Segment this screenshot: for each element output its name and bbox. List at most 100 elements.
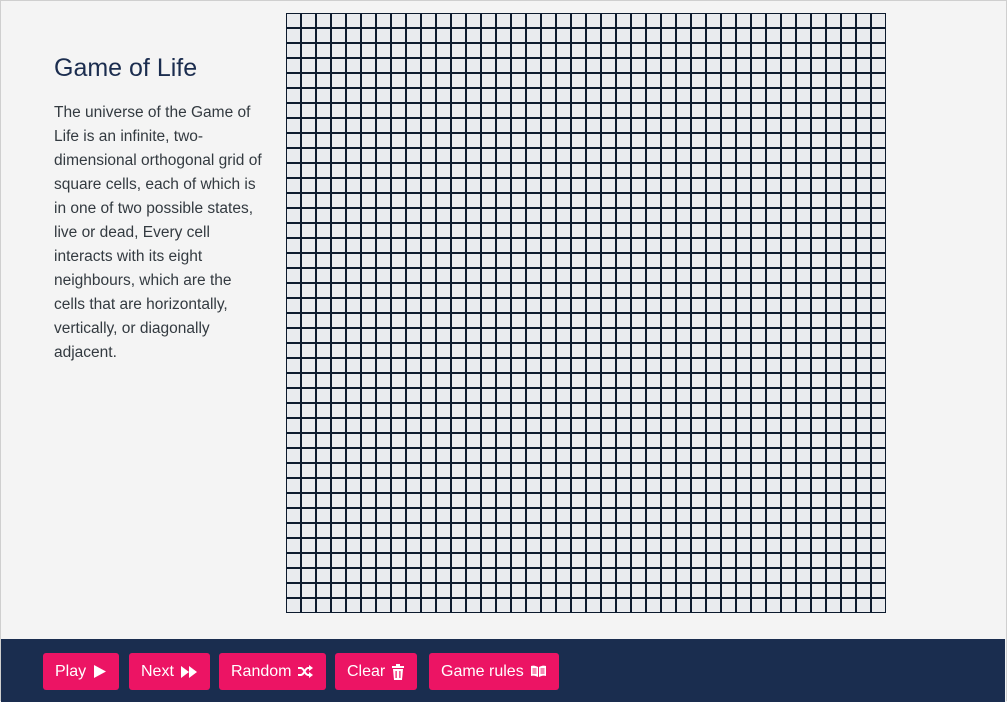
grid-cell[interactable] [466,13,481,28]
grid-cell[interactable] [811,328,826,343]
grid-cell[interactable] [316,328,331,343]
grid-cell[interactable] [331,478,346,493]
grid-cell[interactable] [676,118,691,133]
grid-cell[interactable] [691,313,706,328]
grid-cell[interactable] [301,133,316,148]
grid-cell[interactable] [406,583,421,598]
grid-cell[interactable] [616,568,631,583]
grid-cell[interactable] [616,418,631,433]
grid-cell[interactable] [631,538,646,553]
grid-cell[interactable] [331,148,346,163]
grid-cell[interactable] [526,418,541,433]
grid-cell[interactable] [841,178,856,193]
grid-cell[interactable] [346,553,361,568]
grid-cell[interactable] [721,538,736,553]
grid-cell[interactable] [286,178,301,193]
grid-cell[interactable] [346,358,361,373]
grid-cell[interactable] [661,13,676,28]
grid-cell[interactable] [556,163,571,178]
grid-cell[interactable] [406,253,421,268]
grid-cell[interactable] [436,163,451,178]
grid-cell[interactable] [811,343,826,358]
grid-cell[interactable] [466,253,481,268]
grid-cell[interactable] [301,223,316,238]
grid-cell[interactable] [721,193,736,208]
grid-cell[interactable] [796,178,811,193]
grid-cell[interactable] [796,418,811,433]
grid-cell[interactable] [466,178,481,193]
grid-cell[interactable] [856,133,871,148]
grid-cell[interactable] [316,133,331,148]
grid-cell[interactable] [406,373,421,388]
grid-cell[interactable] [661,253,676,268]
grid-cell[interactable] [286,58,301,73]
grid-cell[interactable] [871,118,886,133]
grid-cell[interactable] [826,523,841,538]
grid-cell[interactable] [361,148,376,163]
grid-cell[interactable] [361,493,376,508]
grid-cell[interactable] [751,73,766,88]
grid-cell[interactable] [391,223,406,238]
grid-cell[interactable] [586,343,601,358]
grid-cell[interactable] [571,223,586,238]
grid-cell[interactable] [841,283,856,298]
grid-cell[interactable] [826,238,841,253]
grid-cell[interactable] [316,448,331,463]
grid-cell[interactable] [631,583,646,598]
grid-cell[interactable] [481,298,496,313]
grid-cell[interactable] [571,433,586,448]
grid-cell[interactable] [586,253,601,268]
grid-cell[interactable] [496,508,511,523]
grid-cell[interactable] [706,433,721,448]
grid-cell[interactable] [331,328,346,343]
grid-cell[interactable] [871,583,886,598]
grid-cell[interactable] [556,403,571,418]
grid-cell[interactable] [541,223,556,238]
grid-cell[interactable] [571,73,586,88]
grid-cell[interactable] [796,553,811,568]
grid-cell[interactable] [826,403,841,418]
grid-cell[interactable] [796,523,811,538]
grid-cell[interactable] [301,343,316,358]
grid-cell[interactable] [586,298,601,313]
grid-cell[interactable] [286,463,301,478]
grid-cell[interactable] [511,448,526,463]
grid-cell[interactable] [841,568,856,583]
grid-cell[interactable] [691,598,706,613]
grid-cell[interactable] [496,118,511,133]
grid-cell[interactable] [796,223,811,238]
grid-cell[interactable] [511,28,526,43]
grid-cell[interactable] [841,448,856,463]
grid-cell[interactable] [856,448,871,463]
grid-cell[interactable] [871,418,886,433]
grid-cell[interactable] [571,358,586,373]
grid-cell[interactable] [466,283,481,298]
grid-cell[interactable] [856,13,871,28]
grid-cell[interactable] [466,538,481,553]
grid-cell[interactable] [706,43,721,58]
grid-cell[interactable] [346,478,361,493]
grid-cell[interactable] [826,433,841,448]
grid-cell[interactable] [616,223,631,238]
grid-cell[interactable] [646,328,661,343]
grid-cell[interactable] [511,403,526,418]
grid-cell[interactable] [316,28,331,43]
grid-cell[interactable] [841,133,856,148]
grid-cell[interactable] [481,448,496,463]
grid-cell[interactable] [406,358,421,373]
grid-cell[interactable] [316,238,331,253]
grid-cell[interactable] [721,13,736,28]
grid-cell[interactable] [541,238,556,253]
grid-cell[interactable] [301,328,316,343]
grid-cell[interactable] [316,208,331,223]
grid-cell[interactable] [376,523,391,538]
grid-cell[interactable] [781,523,796,538]
grid-cell[interactable] [736,118,751,133]
grid-cell[interactable] [301,538,316,553]
grid-cell[interactable] [481,118,496,133]
grid-cell[interactable] [526,178,541,193]
grid-cell[interactable] [361,553,376,568]
grid-cell[interactable] [691,553,706,568]
grid-cell[interactable] [781,268,796,283]
grid-cell[interactable] [811,598,826,613]
